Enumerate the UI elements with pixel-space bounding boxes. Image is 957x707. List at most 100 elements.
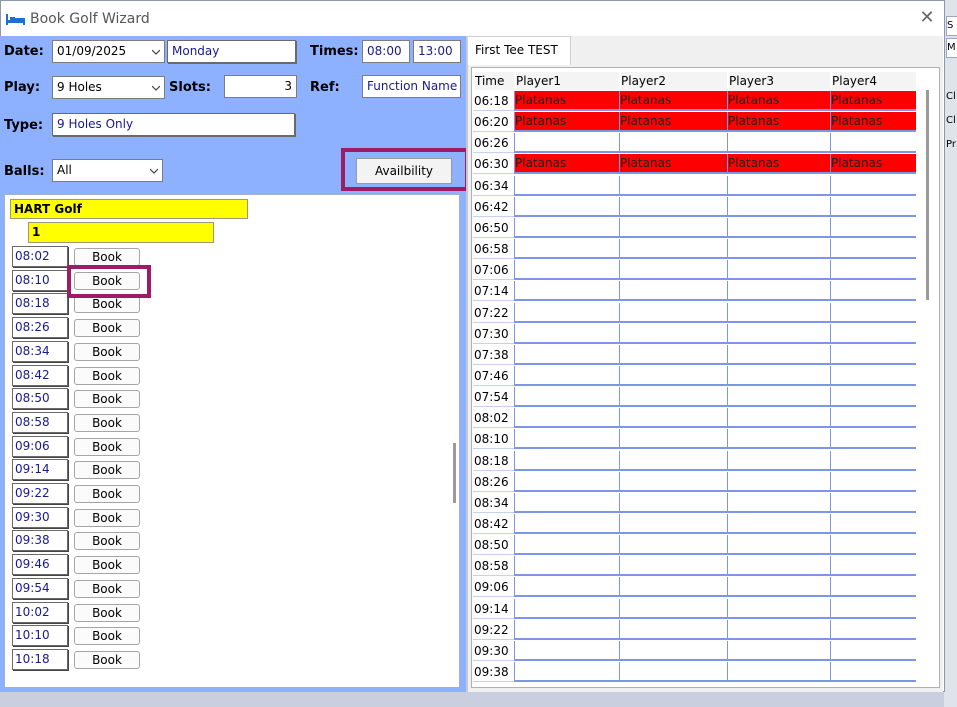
book-button[interactable]: Book — [74, 650, 140, 669]
player-cell[interactable] — [727, 239, 830, 260]
player-cell[interactable] — [514, 408, 619, 429]
player-cell[interactable] — [830, 598, 916, 619]
player-cell[interactable] — [830, 535, 916, 556]
player-cell[interactable] — [514, 344, 619, 365]
book-button[interactable]: Book — [74, 248, 140, 266]
player-cell[interactable] — [727, 365, 830, 386]
time-from-field[interactable]: 08:00 — [362, 40, 410, 63]
player-cell[interactable] — [619, 133, 727, 154]
tee-node[interactable]: 1 — [28, 222, 214, 243]
book-button[interactable]: Book — [74, 319, 140, 338]
player-cell[interactable] — [619, 450, 727, 471]
player-cell[interactable] — [727, 577, 830, 598]
player-cell[interactable] — [514, 450, 619, 471]
player-cell[interactable] — [619, 471, 727, 492]
book-button[interactable]: Book — [74, 532, 140, 551]
player-cell[interactable] — [619, 344, 727, 365]
player-cell[interactable]: Platanas — [514, 91, 619, 111]
player-cell[interactable] — [830, 662, 916, 683]
book-button[interactable]: Book — [74, 413, 140, 432]
player-cell[interactable] — [727, 492, 830, 513]
book-button[interactable]: Book — [74, 603, 140, 622]
player-cell[interactable]: Platanas — [514, 154, 619, 175]
book-button[interactable]: Book — [74, 461, 140, 480]
slot-time[interactable]: 09:22 — [12, 483, 68, 504]
player-cell[interactable] — [514, 133, 619, 154]
player-cell[interactable] — [514, 323, 619, 344]
player-cell[interactable] — [619, 492, 727, 513]
book-button[interactable]: Book — [74, 295, 140, 314]
player-cell[interactable] — [514, 281, 619, 302]
slot-time[interactable]: 10:02 — [12, 601, 68, 623]
player-cell[interactable] — [830, 196, 916, 217]
book-button[interactable]: Book — [74, 485, 140, 503]
player-cell[interactable] — [514, 196, 619, 217]
book-button[interactable]: Book — [74, 271, 140, 290]
date-picker[interactable]: 01/09/2025 — [52, 40, 165, 63]
player-cell[interactable] — [514, 471, 619, 492]
player-cell[interactable]: Platanas — [619, 154, 727, 175]
player-cell[interactable] — [830, 239, 916, 260]
slot-time[interactable]: 09:46 — [12, 554, 68, 576]
player-cell[interactable] — [514, 387, 619, 408]
player-cell[interactable] — [830, 429, 916, 450]
close-button[interactable]: ✕ — [916, 7, 938, 29]
slot-time[interactable]: 08:34 — [12, 340, 68, 362]
player-cell[interactable] — [727, 196, 830, 217]
player-cell[interactable]: Platanas — [727, 154, 830, 175]
slot-time[interactable]: 08:42 — [12, 364, 68, 386]
player-cell[interactable] — [727, 344, 830, 365]
player-cell[interactable] — [514, 598, 619, 619]
player-cell[interactable]: Platanas — [727, 91, 830, 111]
player-cell[interactable] — [727, 217, 830, 238]
player-cell[interactable] — [830, 471, 916, 492]
player-cell[interactable] — [619, 239, 727, 260]
player-cell[interactable] — [619, 281, 727, 302]
slot-time[interactable]: 08:02 — [12, 246, 68, 267]
player-cell[interactable] — [514, 492, 619, 513]
player-cell[interactable] — [619, 408, 727, 429]
player-cell[interactable] — [830, 260, 916, 281]
slot-time[interactable]: 09:54 — [12, 577, 68, 599]
player-cell[interactable] — [727, 175, 830, 196]
player-cell[interactable] — [727, 556, 830, 577]
player-cell[interactable] — [619, 598, 727, 619]
player-cell[interactable] — [514, 535, 619, 556]
player-cell[interactable] — [830, 387, 916, 408]
player-cell[interactable] — [727, 514, 830, 534]
player-cell[interactable]: Platanas — [830, 112, 916, 133]
player-cell[interactable] — [830, 133, 916, 154]
player-cell[interactable] — [727, 323, 830, 344]
player-cell[interactable] — [830, 408, 916, 429]
player-cell[interactable] — [727, 408, 830, 429]
player-cell[interactable] — [830, 640, 916, 661]
slot-time[interactable]: 08:10 — [12, 269, 68, 291]
player-cell[interactable] — [514, 429, 619, 450]
player-cell[interactable] — [727, 662, 830, 683]
player-cell[interactable] — [514, 217, 619, 238]
player-cell[interactable] — [619, 556, 727, 577]
player-cell[interactable] — [830, 323, 916, 344]
slot-time[interactable]: 09:38 — [12, 530, 68, 552]
player-cell[interactable] — [619, 387, 727, 408]
play-select[interactable]: 9 Holes — [52, 76, 165, 99]
player-cell[interactable] — [830, 365, 916, 386]
player-cell[interactable] — [727, 471, 830, 492]
player-cell[interactable] — [619, 535, 727, 556]
player-cell[interactable] — [727, 535, 830, 556]
book-button[interactable]: Book — [74, 390, 140, 409]
player-cell[interactable] — [514, 640, 619, 661]
book-button[interactable]: Book — [74, 366, 140, 385]
player-cell[interactable] — [619, 577, 727, 598]
player-cell[interactable] — [619, 365, 727, 386]
player-cell[interactable] — [619, 196, 727, 217]
player-cell[interactable] — [727, 260, 830, 281]
player-cell[interactable] — [727, 640, 830, 661]
player-cell[interactable] — [727, 133, 830, 154]
player-cell[interactable] — [830, 175, 916, 196]
book-button[interactable]: Book — [74, 342, 140, 361]
balls-select[interactable]: All — [52, 159, 163, 182]
slot-time[interactable]: 10:10 — [12, 625, 68, 647]
book-button[interactable]: Book — [74, 437, 140, 456]
player-cell[interactable] — [514, 302, 619, 323]
